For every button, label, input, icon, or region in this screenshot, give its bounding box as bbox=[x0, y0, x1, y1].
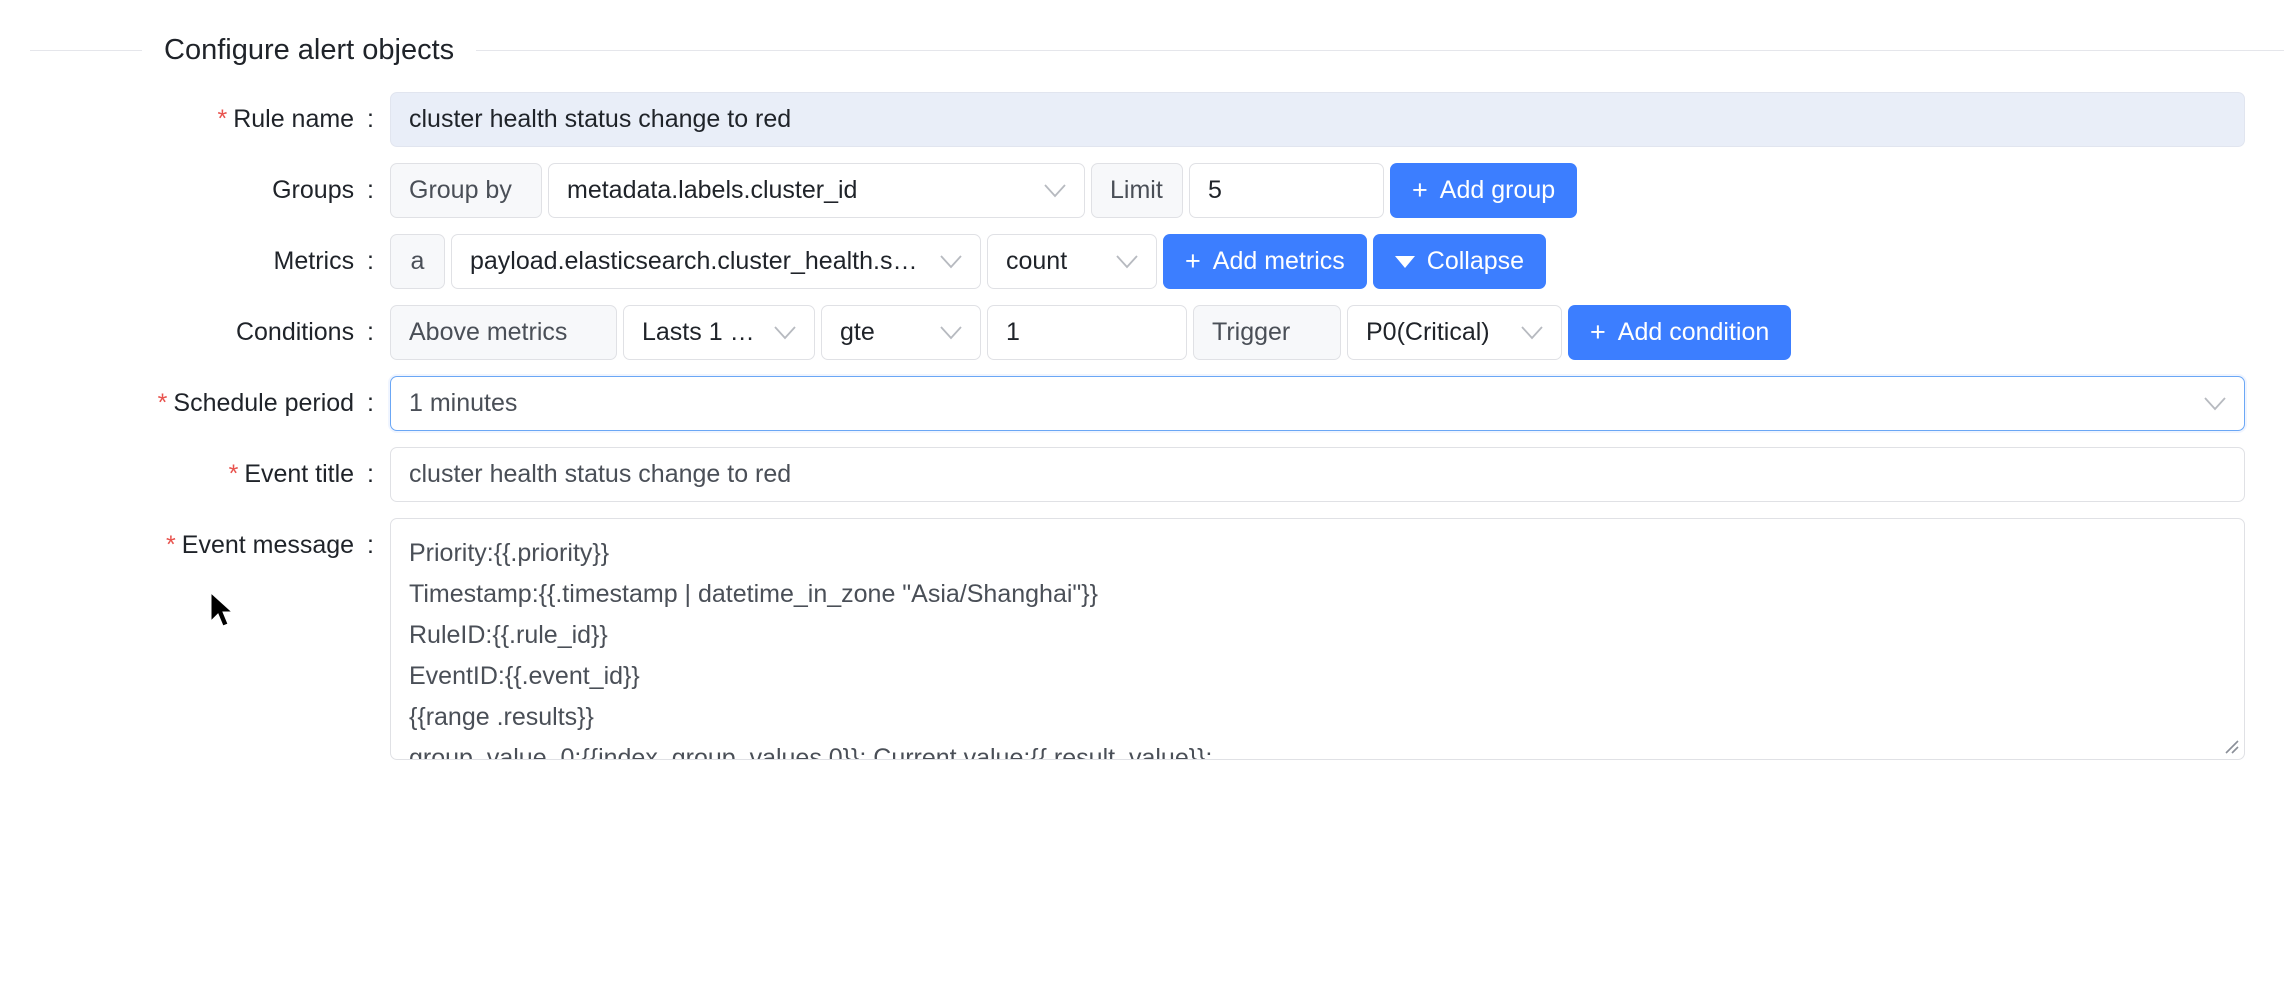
add-group-button[interactable]: + Add group bbox=[1390, 163, 1577, 218]
limit-addon: Limit bbox=[1091, 163, 1183, 218]
label-colon: : bbox=[360, 176, 374, 204]
collapse-label: Collapse bbox=[1427, 234, 1524, 289]
chevron-down-icon bbox=[1044, 184, 1066, 198]
chevron-down-icon bbox=[940, 326, 962, 340]
controls-rule-name: cluster health status change to red bbox=[390, 92, 2284, 147]
label-colon: : bbox=[360, 105, 374, 133]
trigger-addon: Trigger bbox=[1193, 305, 1341, 360]
group-by-value: metadata.labels.cluster_id bbox=[567, 164, 1028, 217]
label-colon: : bbox=[360, 460, 374, 488]
lasts-periods-select[interactable]: Lasts 1 periods bbox=[623, 305, 815, 360]
form-row-metrics: Metrics : a payload.elasticsearch.cluste… bbox=[0, 234, 2284, 289]
controls-metrics: a payload.elasticsearch.cluster_health.s… bbox=[390, 234, 2284, 289]
section-divider-right bbox=[476, 50, 2284, 51]
metric-key-badge: a bbox=[390, 234, 445, 289]
chevron-down-icon bbox=[1521, 326, 1543, 340]
above-metrics-addon: Above metrics bbox=[390, 305, 617, 360]
event-title-input[interactable]: cluster health status change to red bbox=[390, 447, 2245, 502]
add-metrics-label: Add metrics bbox=[1213, 234, 1345, 289]
label-rule-name-text: Rule name bbox=[233, 105, 354, 133]
add-condition-label: Add condition bbox=[1618, 305, 1770, 360]
plus-icon: + bbox=[1185, 248, 1201, 275]
add-group-label: Add group bbox=[1440, 163, 1555, 218]
section-divider-left bbox=[30, 50, 142, 51]
label-colon: : bbox=[360, 531, 374, 559]
plus-icon: + bbox=[1590, 319, 1606, 346]
form-row-groups: Groups : Group by metadata.labels.cluste… bbox=[0, 163, 2284, 218]
operator-value: gte bbox=[840, 306, 924, 359]
label-conditions-text: Conditions bbox=[236, 318, 354, 346]
chevron-down-icon bbox=[940, 255, 962, 269]
group-by-addon: Group by bbox=[390, 163, 542, 218]
chevron-down-icon bbox=[774, 326, 796, 340]
label-event-message-text: Event message bbox=[182, 531, 354, 559]
label-groups: Groups : bbox=[0, 163, 390, 218]
label-colon: : bbox=[360, 318, 374, 346]
priority-value: P0(Critical) bbox=[1366, 306, 1505, 359]
label-schedule-period-text: Schedule period bbox=[173, 389, 354, 417]
form-row-event-title: *Event title : cluster health status cha… bbox=[0, 447, 2284, 502]
threshold-input[interactable]: 1 bbox=[987, 305, 1187, 360]
priority-select[interactable]: P0(Critical) bbox=[1347, 305, 1562, 360]
section-header: Configure alert objects bbox=[0, 30, 2284, 70]
event-message-value: Priority:{{.priority}} Timestamp:{{.time… bbox=[409, 533, 2226, 760]
page-title: Configure alert objects bbox=[142, 30, 476, 70]
label-metrics: Metrics : bbox=[0, 234, 390, 289]
chevron-down-icon bbox=[1116, 255, 1138, 269]
add-metrics-button[interactable]: + Add metrics bbox=[1163, 234, 1367, 289]
label-conditions: Conditions : bbox=[0, 305, 390, 360]
controls-conditions: Above metrics Lasts 1 periods gte 1 Trig… bbox=[390, 305, 2284, 360]
rule-name-input[interactable]: cluster health status change to red bbox=[390, 92, 2245, 147]
metric-aggregation-value: count bbox=[1006, 235, 1100, 288]
controls-schedule-period: 1 minutes bbox=[390, 376, 2284, 431]
group-by-select[interactable]: metadata.labels.cluster_id bbox=[548, 163, 1085, 218]
event-message-textarea[interactable]: Priority:{{.priority}} Timestamp:{{.time… bbox=[390, 518, 2245, 760]
plus-icon: + bbox=[1412, 177, 1428, 204]
required-asterisk: * bbox=[158, 389, 168, 417]
metric-aggregation-select[interactable]: count bbox=[987, 234, 1157, 289]
metric-field-select[interactable]: payload.elasticsearch.cluster_health.sta… bbox=[451, 234, 981, 289]
controls-event-title: cluster health status change to red bbox=[390, 447, 2284, 502]
label-groups-text: Groups bbox=[272, 176, 354, 204]
schedule-period-value: 1 minutes bbox=[409, 377, 2188, 430]
schedule-period-select[interactable]: 1 minutes bbox=[390, 376, 2245, 431]
collapse-button[interactable]: Collapse bbox=[1373, 234, 1546, 289]
required-asterisk: * bbox=[217, 105, 227, 133]
metric-field-value: payload.elasticsearch.cluster_health.sta… bbox=[470, 235, 924, 288]
form-row-schedule-period: *Schedule period : 1 minutes bbox=[0, 376, 2284, 431]
alert-form: *Rule name : cluster health status chang… bbox=[0, 92, 2284, 776]
add-condition-button[interactable]: + Add condition bbox=[1568, 305, 1791, 360]
label-event-message: *Event message : bbox=[0, 518, 390, 573]
chevron-down-icon bbox=[2204, 397, 2226, 411]
label-metrics-text: Metrics bbox=[274, 247, 355, 275]
required-asterisk: * bbox=[166, 531, 176, 559]
label-rule-name: *Rule name : bbox=[0, 92, 390, 147]
operator-select[interactable]: gte bbox=[821, 305, 981, 360]
label-schedule-period: *Schedule period : bbox=[0, 376, 390, 431]
resize-handle-icon[interactable] bbox=[2219, 734, 2239, 754]
label-event-title-text: Event title bbox=[244, 460, 354, 488]
lasts-periods-value: Lasts 1 periods bbox=[642, 306, 758, 359]
triangle-down-icon bbox=[1395, 256, 1415, 268]
alert-rule-form-page: Configure alert objects *Rule name : clu… bbox=[0, 0, 2284, 1000]
form-row-conditions: Conditions : Above metrics Lasts 1 perio… bbox=[0, 305, 2284, 360]
limit-input[interactable]: 5 bbox=[1189, 163, 1384, 218]
form-row-rule-name: *Rule name : cluster health status chang… bbox=[0, 92, 2284, 147]
controls-groups: Group by metadata.labels.cluster_id Limi… bbox=[390, 163, 2284, 218]
form-row-event-message: *Event message : Priority:{{.priority}} … bbox=[0, 518, 2284, 760]
label-event-title: *Event title : bbox=[0, 447, 390, 502]
label-colon: : bbox=[360, 247, 374, 275]
required-asterisk: * bbox=[229, 460, 239, 488]
controls-event-message: Priority:{{.priority}} Timestamp:{{.time… bbox=[390, 518, 2284, 760]
label-colon: : bbox=[360, 389, 374, 417]
